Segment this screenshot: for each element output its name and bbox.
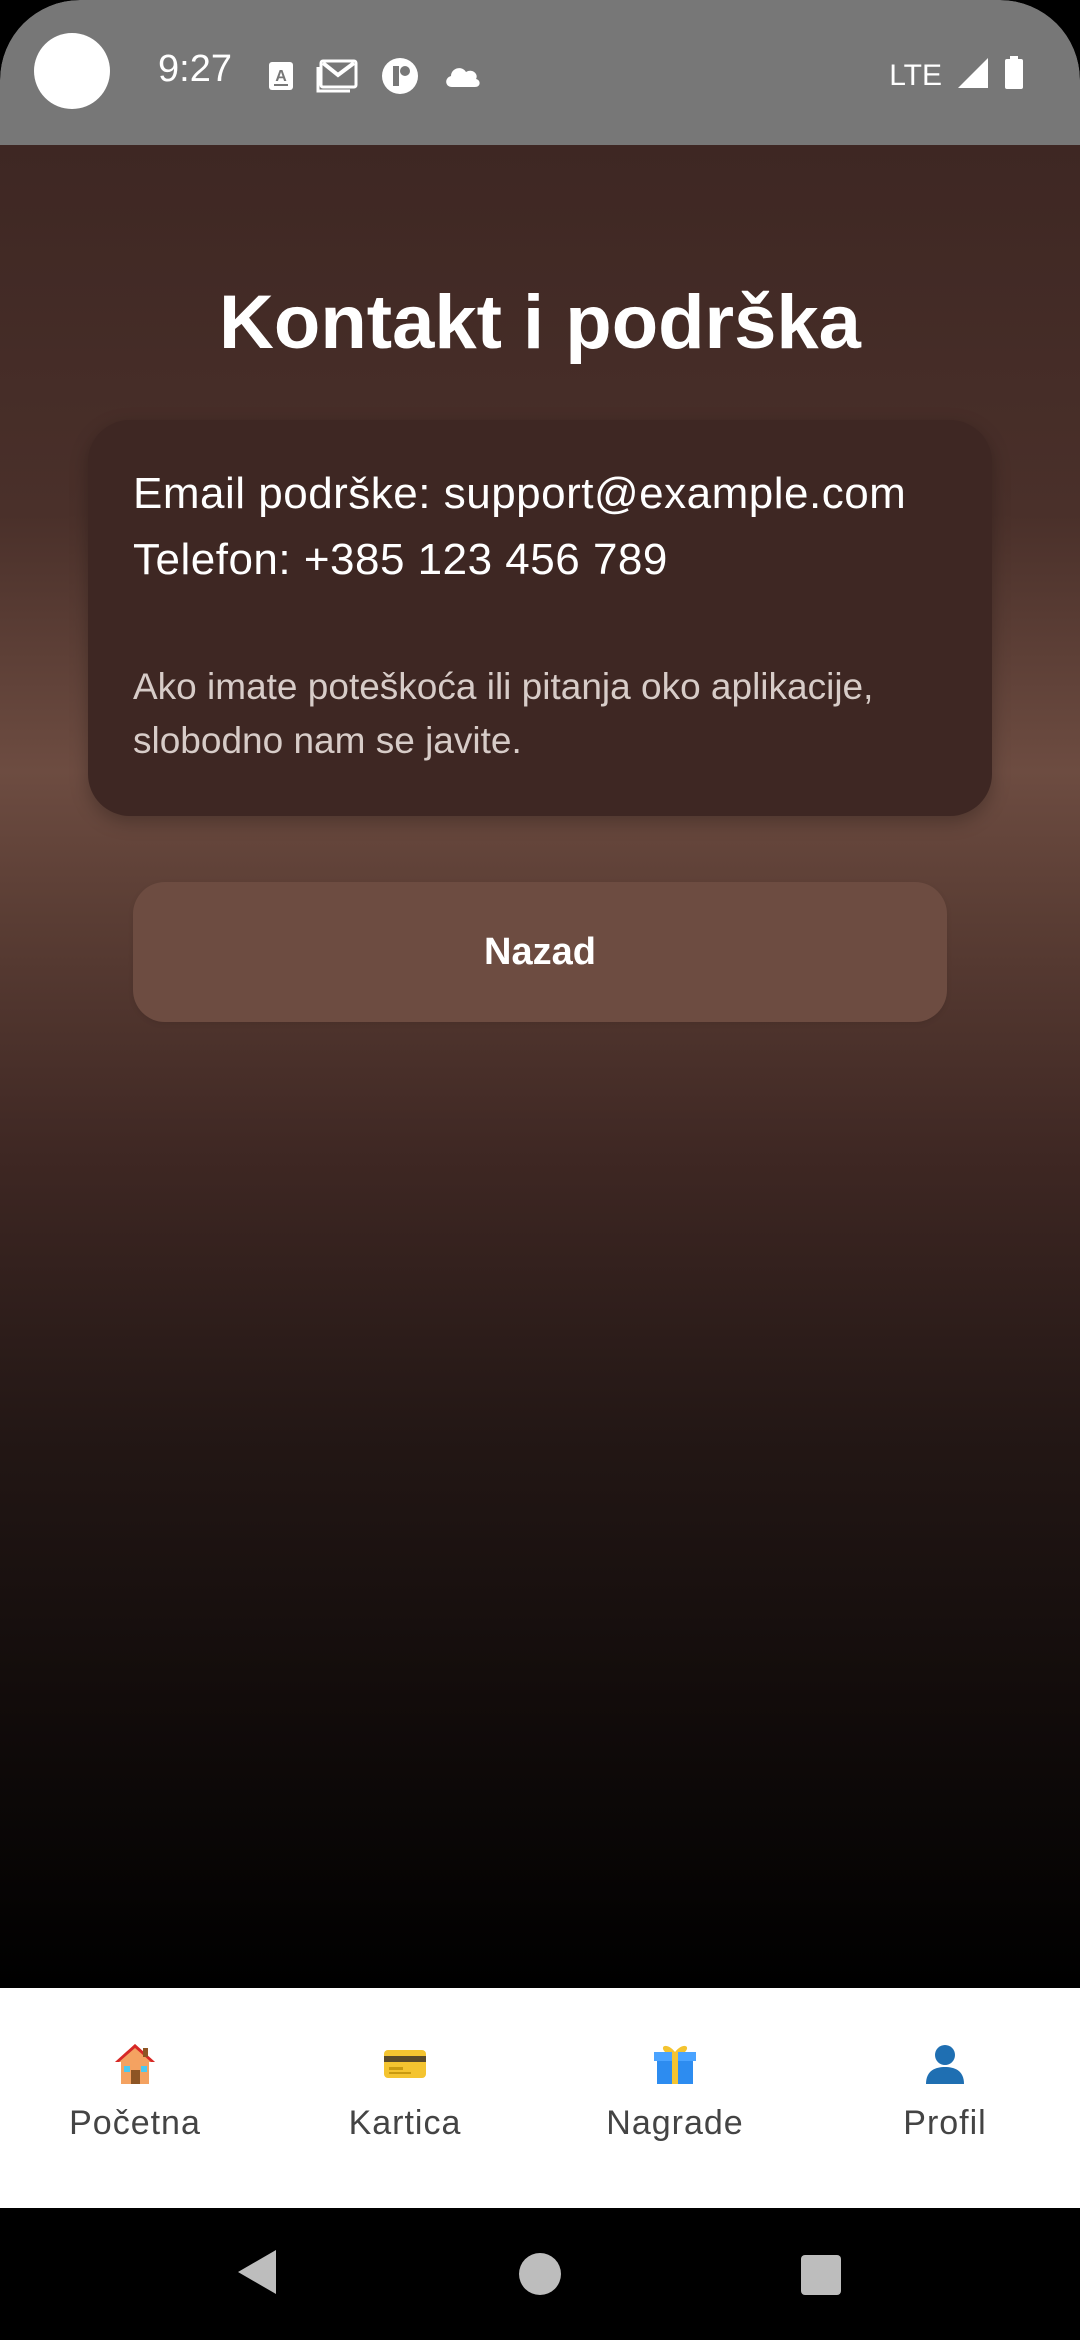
phone-screen: 9:27 A LTE Kontakt i podrška Email podrš… [0,0,1080,2340]
page-title: Kontakt i podrška [219,280,861,365]
house-icon [111,2040,159,2088]
status-time: 9:27 [158,48,232,90]
status-bar: 9:27 A LTE [0,0,1080,145]
camera-cutout [34,33,110,109]
gift-icon [651,2040,699,2088]
app-icon [380,56,420,101]
nav-label-rewards: Nagrade [606,2104,744,2142]
back-triangle-icon[interactable] [236,2248,278,2301]
system-status-icons: LTE [889,56,1024,95]
support-phone: Telefon: +385 123 456 789 [133,535,668,584]
bottom-navigation: Početna Kartica Nagrade Profil [0,1988,1080,2208]
svg-text:A: A [275,68,287,85]
recents-square-icon[interactable] [800,2254,842,2301]
nav-item-profile[interactable]: Profil [810,1988,1080,2208]
home-circle-icon[interactable] [518,2252,562,2301]
nav-item-home[interactable]: Početna [0,1988,270,2208]
back-button[interactable]: Nazad [133,882,947,1022]
nav-label-card: Kartica [348,2104,462,2142]
support-note: Ako imate poteškoća ili pitanja oko apli… [133,666,874,761]
network-type-label: LTE [889,58,942,92]
notification-icons: A [268,56,482,101]
person-icon [921,2040,969,2088]
nav-item-rewards[interactable]: Nagrade [540,1988,810,2208]
nav-item-card[interactable]: Kartica [270,1988,540,2208]
main-content: Kontakt i podrška Email podrške: support… [0,145,1080,1988]
nav-label-profile: Profil [903,2104,987,2142]
battery-icon [1004,56,1024,95]
contact-info-card: Email podrške: support@example.com Telef… [88,420,992,816]
cloud-icon [442,63,482,94]
support-email: Email podrške: support@example.com [133,469,907,518]
nav-label-home: Početna [69,2104,201,2142]
signal-icon [956,56,990,95]
system-navigation-bar [0,2208,1080,2340]
gmail-icon [316,59,358,98]
text-a-icon: A [268,61,294,96]
credit-card-icon [381,2040,429,2088]
